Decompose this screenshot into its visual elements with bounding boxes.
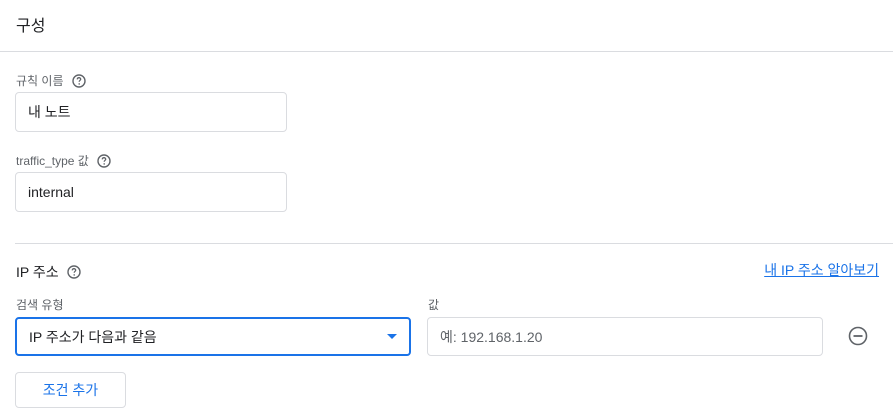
rule-name-label-row: 규칙 이름 xyxy=(16,72,86,89)
remove-circle-icon xyxy=(848,326,868,346)
traffic-type-input[interactable]: internal xyxy=(15,172,287,212)
rule-name-label: 규칙 이름 xyxy=(16,74,64,88)
header-divider xyxy=(0,51,893,52)
add-condition-button[interactable]: 조건 추가 xyxy=(15,372,126,408)
remove-condition-button[interactable] xyxy=(848,326,868,346)
rule-name-input[interactable]: 내 노트 xyxy=(15,92,287,132)
ip-address-heading: IP 주소 xyxy=(16,264,59,280)
help-icon[interactable] xyxy=(97,153,111,168)
caret-down-icon xyxy=(387,334,397,339)
ip-address-heading-row: IP 주소 xyxy=(16,262,81,282)
value-label: 값 xyxy=(428,298,440,312)
section-title: 구성 xyxy=(16,18,46,35)
match-type-select[interactable]: IP 주소가 다음과 같음 xyxy=(15,317,411,356)
traffic-type-label: traffic_type 값 xyxy=(16,154,89,168)
section-divider xyxy=(15,243,893,244)
ip-value-placeholder: 예: 192.168.1.20 xyxy=(440,328,543,345)
help-icon[interactable] xyxy=(66,265,81,279)
traffic-type-label-row: traffic_type 값 xyxy=(16,152,111,169)
help-icon[interactable] xyxy=(71,73,86,88)
match-type-label: 검색 유형 xyxy=(16,298,64,312)
ip-value-input[interactable]: 예: 192.168.1.20 xyxy=(427,317,823,356)
match-type-selected-value: IP 주소가 다음과 같음 xyxy=(29,328,157,345)
find-my-ip-link[interactable]: 내 IP 주소 알아보기 xyxy=(764,260,879,280)
configuration-panel: 구성 규칙 이름 내 노트 traffic_type 값 internal IP… xyxy=(0,0,893,420)
